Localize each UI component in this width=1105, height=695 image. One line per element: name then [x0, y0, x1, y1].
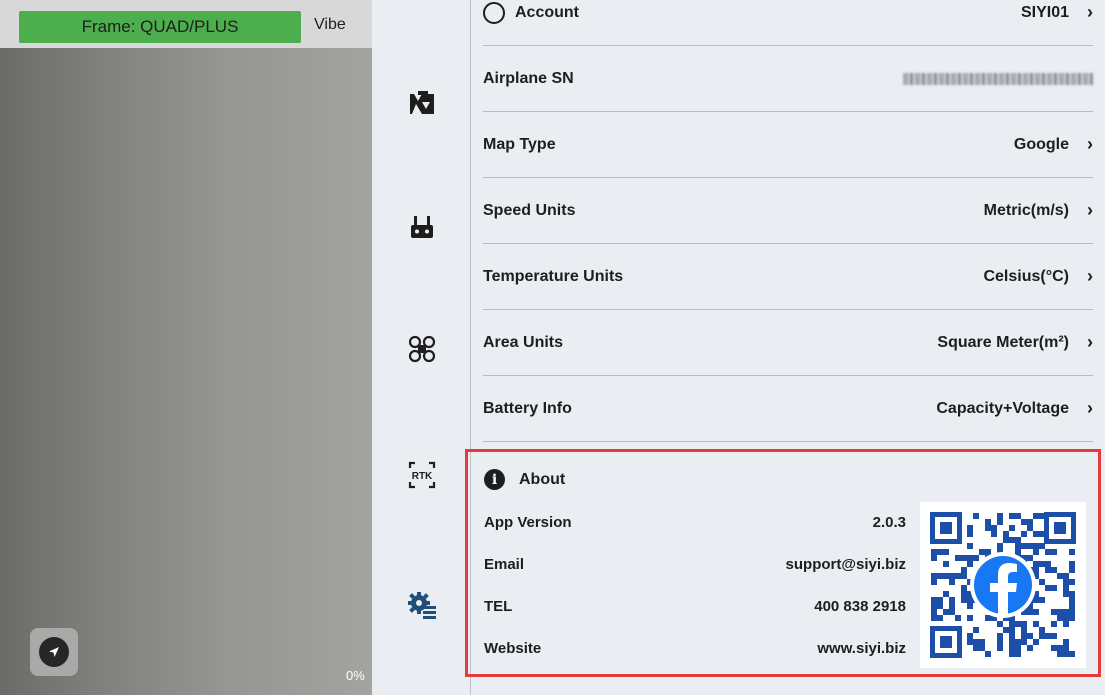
settings-row-label: Speed Units: [483, 201, 576, 219]
website-label: Website: [484, 640, 542, 657]
chevron-right-icon: ›: [1087, 200, 1093, 220]
settings-row-value: Square Meter(m²): [937, 333, 1069, 351]
settings-gear-icon[interactable]: [407, 590, 437, 620]
settings-row-map-type[interactable]: Map Type Google ›: [483, 112, 1093, 178]
settings-row-speed-units[interactable]: Speed Units Metric(m/s) ›: [483, 178, 1093, 244]
settings-row-label: Map Type: [483, 135, 556, 153]
website-value[interactable]: www.siyi.biz: [817, 640, 906, 657]
remote-controller-icon[interactable]: [407, 212, 437, 242]
vibe-label[interactable]: Vibe: [314, 16, 346, 34]
settings-row-label: Area Units: [483, 333, 564, 351]
chevron-right-icon: ›: [1087, 398, 1093, 418]
drone-icon[interactable]: [407, 334, 437, 364]
chevron-right-icon: ›: [1087, 134, 1093, 154]
rtk-icon[interactable]: RTK: [407, 460, 437, 490]
account-icon: [483, 1, 505, 24]
chevron-right-icon: ›: [1087, 266, 1093, 286]
about-section: i About App Version 2.0.3 Email support@…: [465, 449, 1101, 677]
chevron-right-icon: ›: [1087, 332, 1093, 352]
camera-feed[interactable]: [0, 48, 372, 695]
tel-row: TEL 400 838 2918: [484, 598, 906, 615]
frame-type-badge: Frame: QUAD/PLUS: [19, 11, 301, 43]
about-title: About: [519, 470, 566, 488]
chevron-right-icon: ›: [1087, 2, 1093, 22]
settings-row-label: Account: [515, 3, 579, 21]
settings-row-account[interactable]: Account SIYI01 ›: [483, 0, 1093, 46]
email-row: Email support@siyi.biz: [484, 556, 906, 573]
email-value[interactable]: support@siyi.biz: [786, 556, 906, 573]
settings-row-value: Google: [1013, 135, 1069, 153]
settings-row-area-units[interactable]: Area Units Square Meter(m²) ›: [483, 310, 1093, 376]
settings-row-value: Metric(m/s): [983, 201, 1069, 219]
navigate-button[interactable]: [30, 628, 78, 676]
settings-row-value: Celsius(°C): [983, 267, 1069, 285]
about-heading: i About: [484, 469, 565, 490]
settings-row-label: Temperature Units: [483, 267, 624, 285]
progress-percent: 0%: [346, 668, 365, 683]
camera-icon[interactable]: [407, 88, 437, 118]
camera-status-bar: Frame: QUAD/PLUS Vibe: [0, 0, 372, 48]
app-version-value: 2.0.3: [872, 514, 906, 531]
qr-code-image: [930, 512, 1076, 658]
settings-row-temperature-units[interactable]: Temperature Units Celsius(°C) ›: [483, 244, 1093, 310]
info-icon: i: [484, 469, 505, 490]
settings-row-airplane-sn: Airplane SN: [483, 46, 1093, 112]
settings-row-value: Capacity+Voltage: [936, 399, 1069, 417]
redacted-serial-number: [903, 72, 1093, 85]
svg-text:RTK: RTK: [412, 471, 433, 482]
settings-row-label: Battery Info: [483, 399, 572, 417]
settings-row-label: Airplane SN: [483, 69, 574, 87]
camera-panel: Frame: QUAD/PLUS Vibe 0%: [0, 0, 372, 695]
tel-label: TEL: [484, 598, 513, 615]
settings-row-battery-info[interactable]: Battery Info Capacity+Voltage ›: [483, 376, 1093, 442]
settings-category-sidebar: RTK: [372, 0, 470, 695]
app-version-row: App Version 2.0.3: [484, 514, 906, 531]
tel-value[interactable]: 400 838 2918: [814, 598, 906, 615]
settings-row-value: SIYI01: [1020, 3, 1069, 21]
facebook-qr-code: [920, 502, 1086, 668]
website-row: Website www.siyi.biz: [484, 640, 906, 657]
navigation-arrow-icon: [39, 637, 69, 667]
app-version-label: App Version: [484, 514, 572, 531]
email-label: Email: [484, 556, 525, 573]
